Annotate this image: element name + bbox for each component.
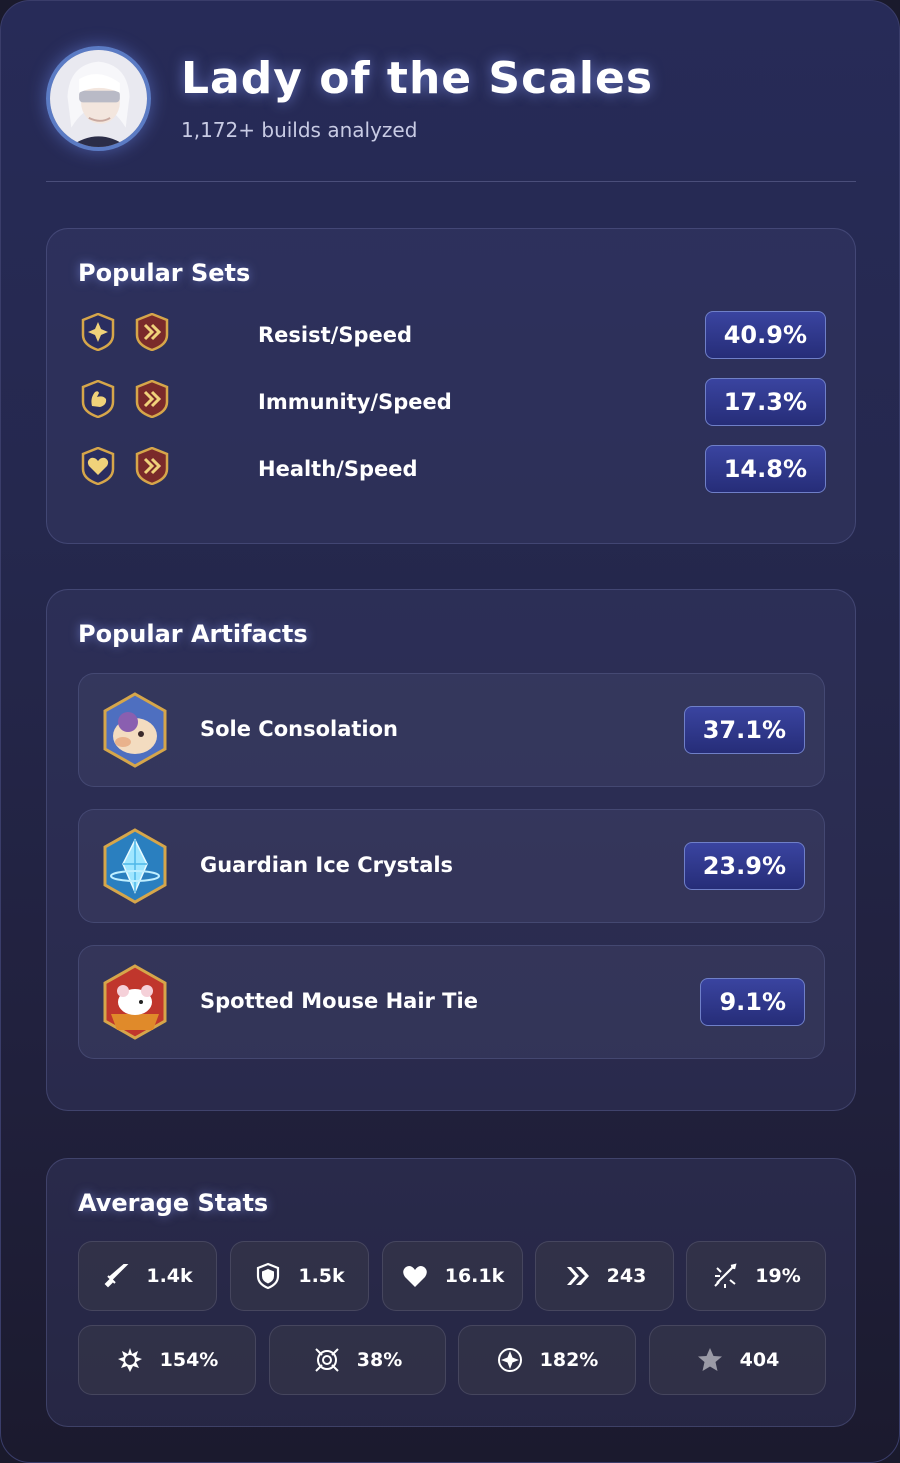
guardian-ice-crystals-artifact-icon — [103, 828, 167, 904]
stat-attack: 1.4k — [78, 1241, 217, 1311]
stat-effectiveness: 38% — [269, 1325, 446, 1395]
set-name: Resist/Speed — [258, 323, 412, 347]
set-name: Immunity/Speed — [258, 390, 452, 414]
set-row: Immunity/Speed 17.3% — [78, 378, 826, 428]
average-stats-title: Average Stats — [78, 1189, 269, 1217]
hero-avatar — [46, 46, 151, 151]
artifact-usage-badge: 23.9% — [683, 842, 805, 890]
stat-value: 154% — [159, 1349, 219, 1371]
speed-icon — [566, 1267, 589, 1285]
speed-set-icon — [135, 380, 169, 418]
effect-resistance-icon — [497, 1348, 522, 1372]
stat-value: 38% — [356, 1349, 403, 1371]
gear-score-icon — [697, 1348, 722, 1371]
stat-health: 16.1k — [382, 1241, 523, 1311]
popular-artifacts-title: Popular Artifacts — [78, 620, 308, 648]
artifact-name: Sole Consolation — [200, 717, 399, 741]
stat-value: 19% — [755, 1265, 801, 1287]
set-usage-badge: 17.3% — [704, 378, 826, 426]
speed-set-icon — [135, 447, 169, 485]
stat-gear-score: 404 — [649, 1325, 826, 1395]
hero-portrait-icon — [50, 50, 147, 147]
stat-value: 243 — [606, 1265, 647, 1287]
stat-crit-chance: 19% — [686, 1241, 826, 1311]
artifact-name: Spotted Mouse Hair Tie — [200, 989, 478, 1013]
set-usage-badge: 14.8% — [704, 445, 826, 493]
stat-speed: 243 — [535, 1241, 674, 1311]
set-row: Health/Speed 14.8% — [78, 445, 826, 495]
sole-consolation-artifact-icon — [103, 692, 167, 768]
builds-analyzed-count: 1,172+ builds analyzed — [181, 118, 418, 142]
effectiveness-icon — [315, 1348, 339, 1372]
artifact-usage-badge: 9.1% — [700, 978, 805, 1026]
crit-damage-icon — [117, 1348, 142, 1372]
spotted-mouse-hair-tie-artifact-icon — [103, 964, 167, 1040]
crit-chance-icon — [714, 1263, 737, 1288]
set-name: Health/Speed — [258, 457, 418, 481]
attack-icon — [104, 1264, 129, 1288]
health-icon — [402, 1266, 427, 1287]
stat-defense: 1.5k — [230, 1241, 369, 1311]
defense-icon — [257, 1262, 280, 1290]
popular-sets-title: Popular Sets — [78, 259, 251, 287]
set-usage-badge: 40.9% — [704, 311, 826, 359]
popular-sets-panel: Popular Sets Resist/Speed 40.9% Immunity… — [46, 228, 856, 544]
stat-crit-damage: 154% — [78, 1325, 256, 1395]
stat-effect-resistance: 182% — [458, 1325, 636, 1395]
artifact-card: Spotted Mouse Hair Tie 9.1% — [78, 945, 825, 1059]
artifact-card: Sole Consolation 37.1% — [78, 673, 825, 787]
resist-set-icon — [81, 313, 115, 351]
stat-value: 16.1k — [444, 1265, 505, 1287]
popular-artifacts-panel: Popular Artifacts Sole Consolation 37.1%… — [46, 589, 856, 1111]
artifact-usage-badge: 37.1% — [683, 706, 805, 754]
header-divider — [46, 181, 856, 182]
average-stats-panel: Average Stats 1.4k 1.5k 16.1k 243 19% 15… — [46, 1158, 856, 1427]
stat-value: 1.5k — [298, 1265, 345, 1287]
stat-value: 182% — [539, 1349, 599, 1371]
artifact-name: Guardian Ice Crystals — [200, 853, 454, 877]
speed-set-icon — [135, 313, 169, 351]
stat-value: 404 — [739, 1349, 780, 1371]
health-set-icon — [81, 447, 115, 485]
stat-value: 1.4k — [146, 1265, 193, 1287]
build-summary-card: Lady of the Scales 1,172+ builds analyze… — [0, 0, 900, 1463]
set-row: Resist/Speed 40.9% — [78, 311, 826, 361]
immunity-set-icon — [81, 380, 115, 418]
artifact-card: Guardian Ice Crystals 23.9% — [78, 809, 825, 923]
hero-name: Lady of the Scales — [181, 53, 654, 104]
